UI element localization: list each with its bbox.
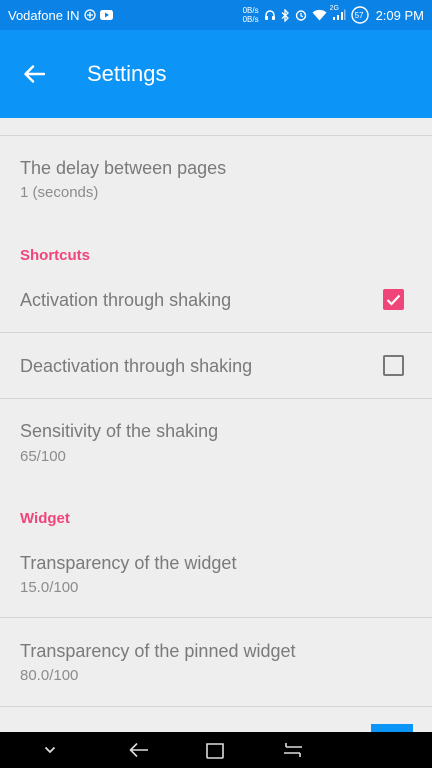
settings-list[interactable]: The delay between pages 1 (seconds) Shor…	[0, 118, 432, 732]
nav-recents-button[interactable]	[271, 732, 315, 768]
check-icon	[386, 294, 401, 306]
carrier-name: Vodafone IN	[8, 7, 80, 23]
wifi-icon	[312, 9, 327, 21]
back-arrow-icon	[129, 742, 148, 758]
net-speed-up: 0B/s	[242, 6, 259, 15]
pref-title: Activation through shaking	[20, 290, 232, 310]
youtube-icon	[99, 10, 113, 20]
battery-icon: 57	[350, 6, 369, 24]
back-button[interactable]	[10, 50, 58, 98]
pref-activation-shaking[interactable]: Activation through shaking	[0, 268, 432, 333]
pref-summary: 1 (seconds)	[20, 184, 99, 201]
pref-title: Deactivation through shaking	[20, 356, 253, 376]
category-shortcuts: Shortcuts	[20, 247, 91, 264]
status-right: 0B/s 0B/s 2G 57 2:09 PM	[243, 5, 424, 24]
pref-pinned-widget-transparency[interactable]: Transparency of the pinned widget 80.0/1…	[0, 618, 432, 707]
navigation-bar	[0, 732, 432, 768]
chevron-down-icon	[44, 746, 56, 754]
cell-signal-icon: 2G	[330, 5, 346, 21]
net-speed-indicator: 0B/s 0B/s	[243, 6, 259, 24]
pref-summary: 65/100	[20, 448, 66, 465]
pref-widget-transparency[interactable]: Transparency of the widget 15.0/100	[0, 530, 432, 618]
deactivation-checkbox[interactable]	[383, 355, 404, 376]
net-speed-down: 0B/s	[242, 15, 259, 24]
partially-visible-button[interactable]	[371, 724, 413, 732]
pref-summary: 15.0/100	[20, 579, 79, 596]
recents-icon	[284, 743, 302, 757]
hide-nav-button[interactable]	[28, 732, 72, 768]
pref-summary: 80.0/100	[20, 667, 79, 684]
page-title: Settings	[87, 61, 167, 86]
activation-checkbox[interactable]	[383, 289, 404, 310]
bluetooth-icon	[281, 8, 290, 22]
signal-label: 2G	[329, 5, 339, 12]
pref-shaking-sensitivity[interactable]: Sensitivity of the shaking 65/100	[0, 399, 432, 484]
alarm-icon	[295, 9, 307, 21]
pref-title: Transparency of the pinned widget	[20, 641, 296, 661]
app-bar: Settings	[0, 30, 432, 118]
home-square-icon	[206, 743, 224, 759]
pref-title: Transparency of the widget	[20, 553, 237, 573]
status-time: 2:09 PM	[375, 7, 424, 23]
nav-home-button[interactable]	[193, 732, 237, 768]
category-widget: Widget	[20, 510, 70, 527]
pref-deactivation-shaking[interactable]: Deactivation through shaking	[0, 333, 432, 399]
headphones-icon	[264, 9, 276, 21]
battery-level: 57	[354, 11, 364, 20]
status-bar: Vodafone IN 0B/s 0B/s 2G 57 2:09 PM	[0, 0, 432, 30]
status-left: Vodafone IN	[8, 8, 113, 23]
pref-delay-between-pages[interactable]: The delay between pages 1 (seconds)	[0, 136, 432, 217]
data-saver-icon	[83, 9, 96, 21]
pref-title: Sensitivity of the shaking	[20, 421, 219, 441]
pref-title: The delay between pages	[20, 158, 227, 178]
arrow-back-icon	[24, 65, 45, 83]
nav-back-button[interactable]	[117, 732, 161, 768]
